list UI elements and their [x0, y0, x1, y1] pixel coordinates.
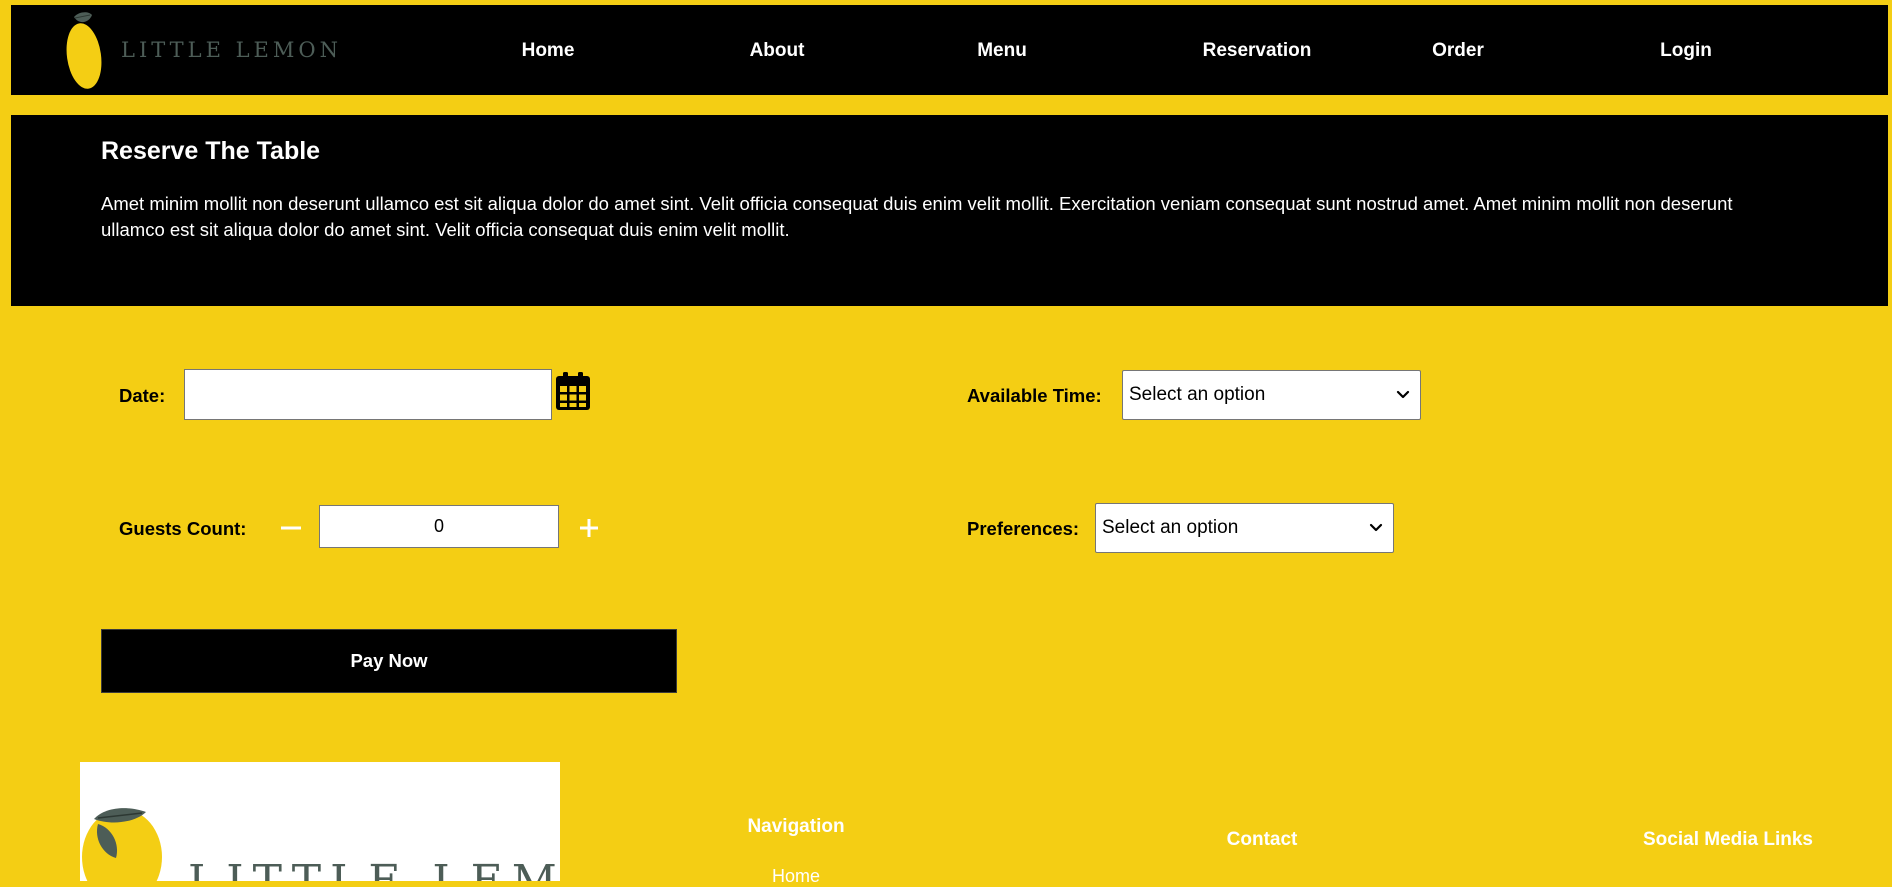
- nav-home[interactable]: Home: [522, 5, 575, 95]
- preferences-select[interactable]: Select an option: [1095, 503, 1394, 553]
- brand-name: LITTLE LEMON: [121, 38, 342, 62]
- nav-menu[interactable]: Menu: [977, 5, 1027, 95]
- footer-brand-name: LITTLE LEMON: [188, 856, 560, 881]
- calendar-icon[interactable]: [556, 372, 590, 410]
- date-field[interactable]: [184, 369, 552, 420]
- footer-navigation-heading: Navigation: [747, 816, 845, 837]
- hero-description: Amet minim mollit non deserunt ullamco e…: [101, 193, 1733, 240]
- pay-now-button[interactable]: Pay Now: [101, 629, 677, 693]
- lemon-logo-icon: [82, 808, 162, 881]
- footer-social-heading: Social Media Links: [1643, 829, 1813, 850]
- lemon-logo-icon: [66, 12, 102, 89]
- footer-logo[interactable]: LITTLE LEMON: [80, 762, 560, 881]
- minus-icon[interactable]: [278, 515, 304, 541]
- chevron-down-icon: [1369, 523, 1383, 532]
- guests-count-label: Guests Count:: [119, 518, 247, 539]
- footer-contact-heading: Contact: [1226, 829, 1298, 850]
- page-title: Reserve The Table: [101, 137, 321, 165]
- nav-login[interactable]: Login: [1660, 5, 1712, 95]
- site-header: LITTLE LEMON Home About Menu Reservation…: [11, 5, 1888, 95]
- footer-nav-home[interactable]: Home: [772, 866, 820, 887]
- available-time-label: Available Time:: [967, 385, 1102, 406]
- nav-about[interactable]: About: [750, 5, 805, 95]
- available-time-value: Select an option: [1129, 384, 1266, 405]
- plus-icon[interactable]: [576, 515, 602, 541]
- date-label: Date:: [119, 385, 166, 406]
- preferences-label: Preferences:: [967, 518, 1080, 539]
- nav-order[interactable]: Order: [1432, 5, 1484, 95]
- guests-count-input[interactable]: [319, 505, 559, 548]
- preferences-value: Select an option: [1102, 517, 1239, 538]
- nav-reservation[interactable]: Reservation: [1203, 5, 1312, 95]
- available-time-select[interactable]: Select an option: [1122, 370, 1421, 420]
- brand-logo[interactable]: LITTLE LEMON: [65, 9, 342, 91]
- reserve-hero: Reserve The Table Amet minim mollit non …: [11, 115, 1888, 306]
- chevron-down-icon: [1396, 390, 1410, 399]
